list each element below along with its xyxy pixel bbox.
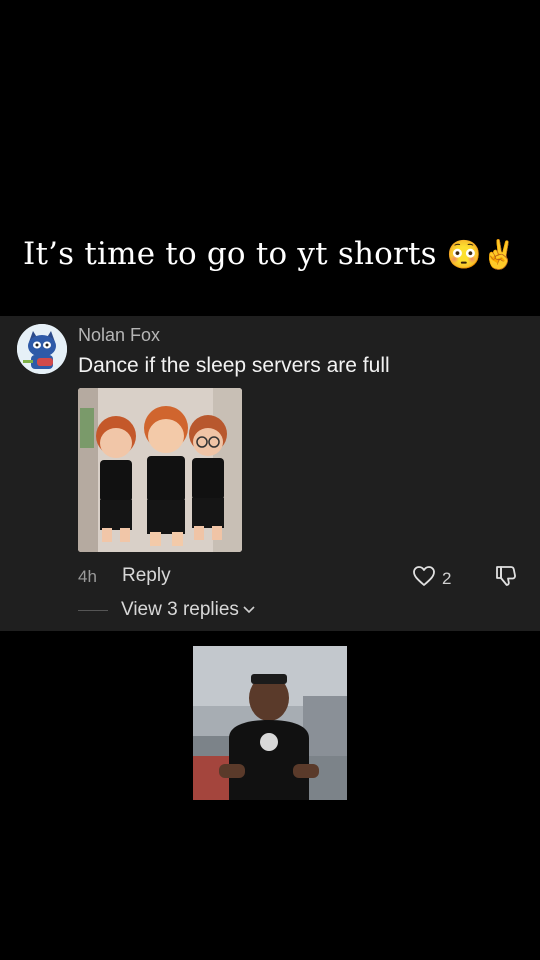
comment-timestamp: 4h [78, 567, 97, 586]
chevron-down-icon [243, 599, 255, 621]
caption-emoji: 😳✌️ [446, 238, 517, 271]
comment-card: Nolan Fox Dance if the sleep servers are… [0, 316, 540, 631]
comment-attachment-image[interactable] [78, 388, 242, 552]
reply-button[interactable]: Reply [122, 565, 171, 587]
like-count: 2 [442, 568, 452, 588]
view-replies-label: View 3 replies [121, 599, 239, 620]
heart-icon [412, 565, 436, 592]
caption-text: It’s time to go to yt shorts [23, 236, 437, 272]
dislike-button[interactable] [494, 564, 518, 593]
like-button[interactable]: 2 [412, 565, 451, 592]
avatar[interactable] [17, 324, 67, 374]
view-replies-button[interactable]: View 3 replies [121, 599, 255, 621]
comment-text: Dance if the sleep servers are full [78, 354, 390, 377]
comment-author[interactable]: Nolan Fox [78, 325, 160, 346]
video-caption: It’s time to go to yt shorts 😳✌️ [0, 236, 540, 272]
replies-divider [78, 610, 108, 611]
thumbs-down-icon [494, 566, 518, 592]
reaction-photo [193, 646, 347, 800]
